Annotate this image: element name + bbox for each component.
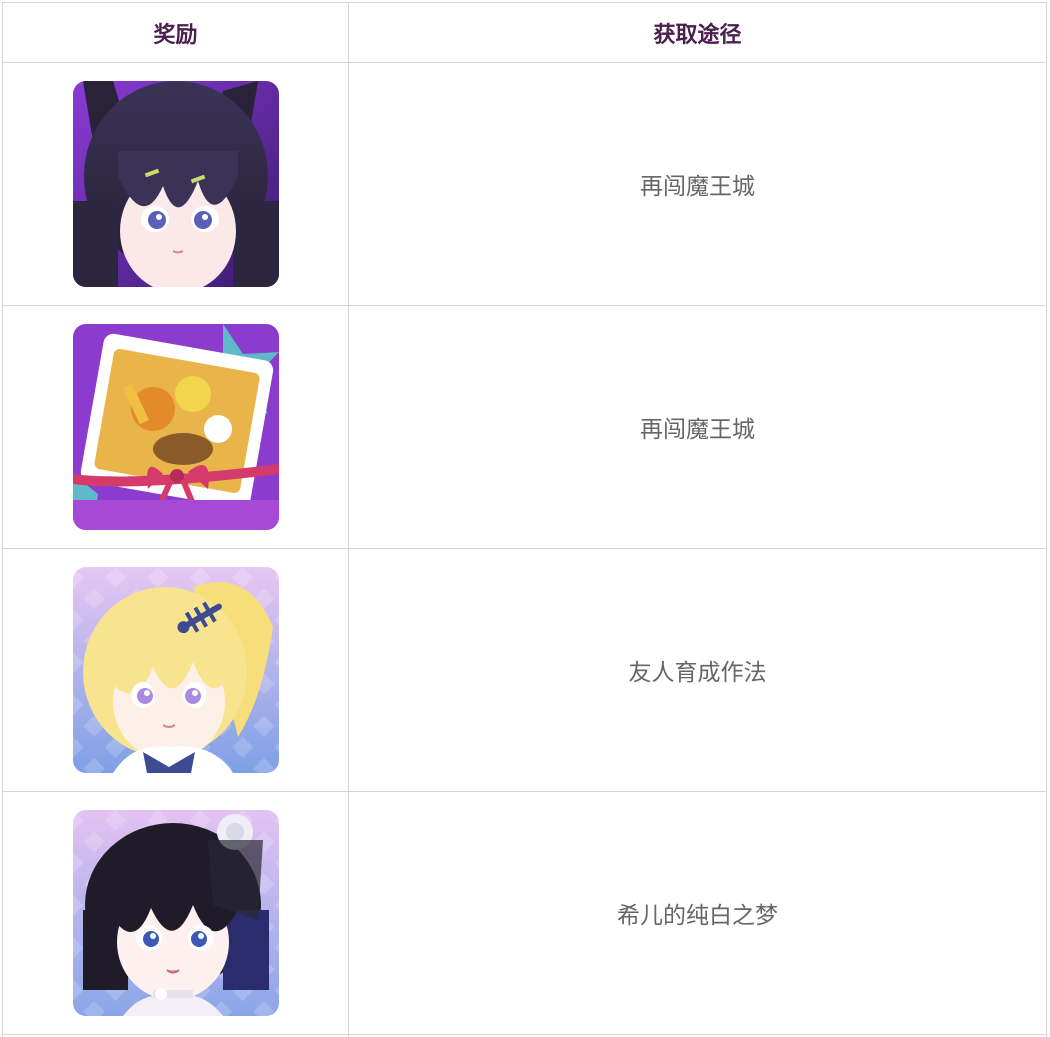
header-reward-label: 奖励 (153, 22, 198, 48)
reward-cell (2, 63, 348, 305)
reward-image-black-haired-girl (72, 810, 279, 1016)
tail-cell (2, 1029, 348, 1037)
source-text: 友人育成作法 (628, 660, 767, 686)
reward-cell (2, 306, 348, 548)
reward-table: 奖励 获取途径 再闯魔王城 再闯魔王城 友人育成作法 希儿的纯白之梦 (2, 2, 1047, 1035)
source-cell: 希儿的纯白之梦 (348, 792, 1047, 1034)
reward-cell (2, 792, 348, 1034)
source-cell: 友人育成作法 (348, 549, 1047, 791)
table-row: 友人育成作法 (2, 549, 1047, 792)
reward-cell (2, 549, 348, 791)
reward-image-dark-haired-girl (72, 81, 279, 287)
source-text: 再闯魔王城 (640, 417, 755, 443)
table-row: 再闯魔王城 (2, 63, 1047, 306)
table-next-row-partial (2, 1029, 1047, 1037)
tail-cell (348, 1029, 1047, 1037)
source-cell: 再闯魔王城 (348, 63, 1047, 305)
header-source-label: 获取途径 (653, 22, 742, 48)
table-row: 希儿的纯白之梦 (2, 792, 1047, 1035)
header-cell-source: 获取途径 (348, 3, 1047, 62)
source-text: 希儿的纯白之梦 (617, 903, 778, 929)
reward-image-blonde-girl (72, 567, 279, 773)
table-row: 再闯魔王城 (2, 306, 1047, 549)
reward-image-food-stamp-card (72, 324, 279, 530)
source-cell: 再闯魔王城 (348, 306, 1047, 548)
table-header-row: 奖励 获取途径 (2, 2, 1047, 63)
header-cell-reward: 奖励 (2, 3, 348, 62)
source-text: 再闯魔王城 (640, 174, 755, 200)
